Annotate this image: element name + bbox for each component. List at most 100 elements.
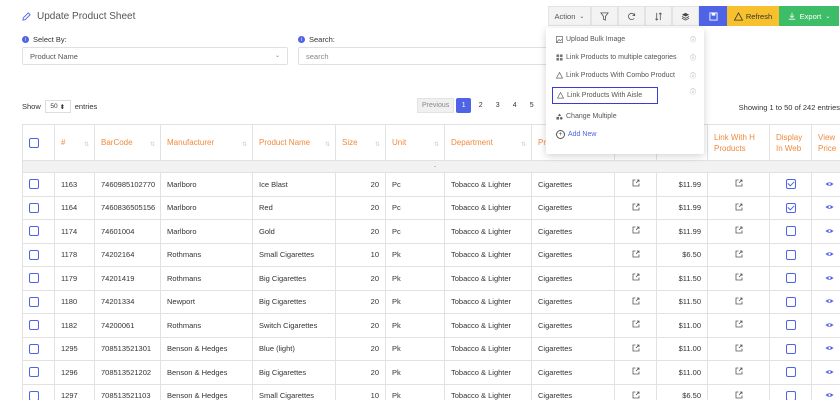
cell-edit: [614, 360, 657, 385]
group-divider-row: -: [22, 160, 840, 173]
external-link-icon[interactable]: [735, 226, 743, 234]
col-header-unit[interactable]: Unit ⇅: [385, 124, 445, 161]
external-link-icon[interactable]: [735, 273, 743, 281]
display-web-checkbox[interactable]: [785, 390, 796, 400]
eye-icon[interactable]: [825, 297, 834, 304]
page-length-value: 50: [50, 103, 58, 110]
menu-item-link-categories[interactable]: Link Products to multiple categories ⓘ: [556, 54, 696, 62]
menu-item-upload-bulk-image[interactable]: Upload Bulk Image ⓘ: [556, 36, 696, 44]
cell-product-name: Switch Cigarettes: [252, 313, 336, 338]
external-link-icon[interactable]: [632, 203, 640, 211]
cell-id: 1163: [54, 172, 95, 197]
eye-icon[interactable]: [825, 250, 834, 257]
external-link-icon[interactable]: [632, 344, 640, 352]
external-link-icon[interactable]: [632, 250, 640, 258]
display-web-checkbox[interactable]: [785, 296, 796, 307]
cell-department: Tobacco & Lighter: [444, 195, 532, 220]
filter-button[interactable]: [591, 6, 618, 26]
page-length-control: Show 50 ⬍ entries: [22, 100, 97, 113]
sort-icon: [655, 11, 662, 21]
action-button[interactable]: Action ⌄: [548, 6, 591, 26]
save-button[interactable]: [699, 6, 727, 26]
external-link-icon[interactable]: [735, 344, 743, 352]
eye-icon[interactable]: [825, 274, 834, 280]
eye-icon[interactable]: [825, 368, 834, 374]
layers-button[interactable]: [672, 6, 699, 26]
eye-icon[interactable]: [825, 321, 834, 327]
cell-size: 20: [335, 195, 386, 220]
external-link-icon[interactable]: [632, 226, 640, 234]
sort-button[interactable]: [645, 6, 672, 26]
external-link-icon[interactable]: [735, 179, 743, 187]
row-checkbox[interactable]: [29, 343, 39, 354]
menu-item-link-combo[interactable]: Link Products With Combo Product ⓘ: [556, 72, 696, 80]
table-body: - 1163 7460985102770 Marlboro Ice Blast 20 Pc…: [22, 160, 840, 400]
display-web-checkbox[interactable]: [785, 367, 796, 378]
display-web-checkbox[interactable]: [785, 343, 796, 354]
external-link-icon[interactable]: [632, 297, 640, 305]
search-input[interactable]: search: [298, 47, 548, 65]
select-by-label: i Select By:: [22, 35, 67, 44]
cell-id: 1296: [54, 360, 95, 385]
menu-item-add-new[interactable]: + Add New: [556, 130, 696, 139]
page-header: Update Product Sheet Action ⌄ Refresh Ex…: [0, 0, 840, 32]
row-checkbox[interactable]: [29, 320, 39, 331]
display-web-checkbox[interactable]: [785, 320, 796, 331]
row-checkbox[interactable]: [29, 226, 39, 237]
row-checkbox[interactable]: [29, 179, 39, 190]
row-checkbox[interactable]: [29, 273, 39, 284]
eye-icon[interactable]: [825, 344, 834, 351]
refresh-button[interactable]: Refresh: [727, 6, 779, 26]
row-checkbox[interactable]: [29, 390, 39, 400]
display-web-checkbox[interactable]: [785, 179, 796, 190]
external-link-icon[interactable]: [632, 179, 640, 187]
reload-button[interactable]: [618, 6, 645, 26]
row-checkbox[interactable]: [29, 249, 39, 260]
cell-price: $6.50: [656, 242, 708, 267]
display-web-checkbox[interactable]: [785, 226, 796, 237]
eye-icon[interactable]: [825, 203, 834, 210]
external-link-icon[interactable]: [632, 391, 640, 399]
external-link-icon[interactable]: [632, 273, 640, 281]
col-header-size[interactable]: Size ⇅: [335, 124, 386, 161]
export-label: Export: [799, 11, 822, 21]
page-3-button[interactable]: 3: [490, 98, 505, 113]
page-5-button[interactable]: 5: [524, 98, 539, 113]
table-row: 1163 7460985102770 Marlboro Ice Blast 20 Pc To…: [22, 172, 840, 197]
eye-icon[interactable]: [825, 391, 834, 398]
menu-item-link-aisle[interactable]: Link Products With Aisle: [552, 87, 658, 104]
previous-page-button[interactable]: Previous: [417, 98, 455, 113]
display-web-checkbox[interactable]: [785, 273, 796, 284]
external-link-icon[interactable]: [735, 297, 743, 305]
external-link-icon[interactable]: [735, 367, 743, 375]
export-button[interactable]: Export ⌄: [779, 6, 839, 26]
display-web-checkbox[interactable]: [785, 249, 796, 260]
external-link-icon[interactable]: [632, 367, 640, 375]
select-all-checkbox[interactable]: [29, 137, 39, 148]
col-header-manufacturer[interactable]: Manufacturer ⇅: [160, 124, 253, 161]
page-2-button[interactable]: 2: [473, 98, 488, 113]
display-web-checkbox[interactable]: [785, 202, 796, 213]
cell-link-products: [707, 219, 770, 244]
col-header-product-name[interactable]: Product Name ⇅: [252, 124, 336, 161]
external-link-icon[interactable]: [632, 320, 640, 328]
chevron-down-icon: ⌄: [825, 13, 831, 20]
row-checkbox[interactable]: [29, 202, 39, 213]
page-4-button[interactable]: 4: [507, 98, 522, 113]
col-header-barcode[interactable]: BarCode ⇅: [94, 124, 161, 161]
page-length-select[interactable]: 50 ⬍: [44, 100, 71, 113]
col-header-id[interactable]: # ⇅: [54, 124, 95, 161]
external-link-icon[interactable]: [735, 250, 743, 258]
select-all-header[interactable]: [22, 124, 55, 161]
row-checkbox[interactable]: [29, 296, 39, 307]
eye-icon[interactable]: [825, 180, 834, 186]
external-link-icon[interactable]: [735, 391, 743, 399]
row-checkbox[interactable]: [29, 367, 39, 378]
menu-item-change-multiple[interactable]: Change Multiple: [556, 113, 696, 120]
page-1-button[interactable]: 1: [456, 98, 472, 113]
external-link-icon[interactable]: [735, 320, 743, 328]
eye-icon[interactable]: [825, 227, 834, 233]
external-link-icon[interactable]: [735, 203, 743, 211]
select-by-dropdown[interactable]: Product Name ⌄: [22, 47, 288, 65]
col-header-department[interactable]: Department ⇅: [444, 124, 532, 161]
